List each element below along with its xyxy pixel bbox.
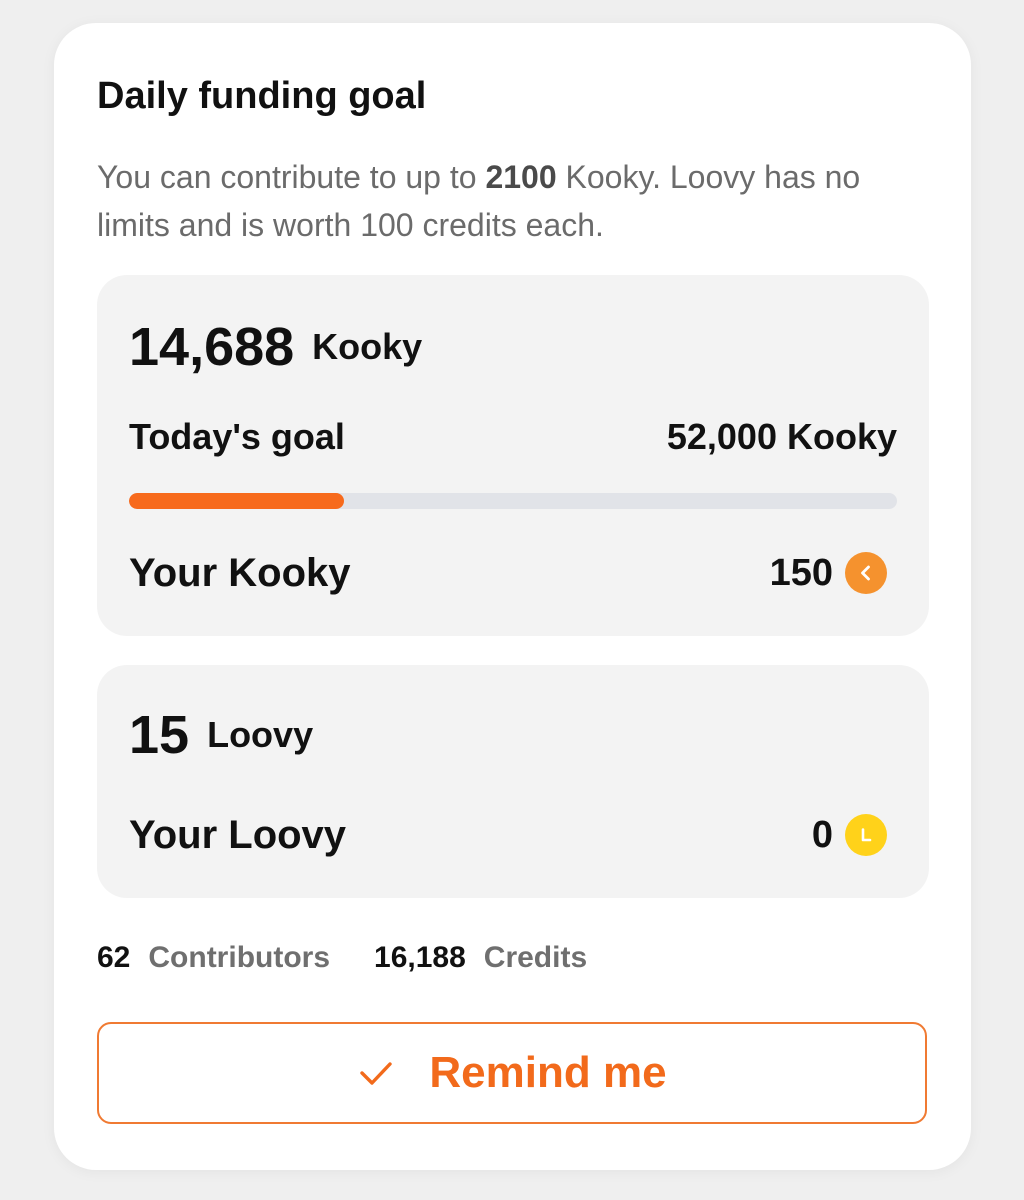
todays-goal-row: Today's goal 52,000 Kooky [129,415,897,459]
todays-goal-value: 52,000 Kooky [666,416,897,457]
your-kooky-value: 150 [769,551,833,594]
kooky-limit: 2100 [485,159,557,195]
loovy-panel: 15 Loovy Your Loovy 0 [97,665,929,898]
loovy-coin-icon [845,814,887,856]
your-kooky-value-group: 150 [770,552,887,595]
description-text-start: You can contribute to up to [97,159,486,195]
goal-progress-bar [129,493,897,509]
check-icon [360,1062,393,1085]
your-loovy-value: 0 [811,813,833,856]
your-loovy-label: Your Loovy [129,813,347,857]
loovy-total: 15 Loovy [129,705,313,765]
funding-goal-card: Daily funding goal You can contribute to… [54,23,971,1170]
your-loovy-value-group: 0 [812,814,887,857]
kooky-total: 14,688 Kooky [129,317,422,377]
remind-me-label: Remind me [429,1048,667,1097]
your-loovy-row: Your Loovy 0 [129,810,887,860]
kooky-coin-icon [845,552,887,594]
kooky-total-unit: Kooky [312,326,423,367]
remind-me-button[interactable]: Remind me [97,1022,927,1124]
kooky-panel: 14,688 Kooky Today's goal 52,000 Kooky Y… [97,275,929,636]
card-description: You can contribute to up to 2100 Kooky. … [97,153,937,249]
card-title: Daily funding goal [97,75,427,117]
your-kooky-label: Your Kooky [129,551,351,595]
loovy-coin-letter [861,828,872,842]
goal-progress-fill [129,493,345,509]
contributors-label: Contributors [148,941,331,974]
todays-goal-label: Today's goal [129,416,345,457]
loovy-total-amount: 15 [129,705,190,765]
funding-stats: 62 Contributors 16,188 Credits [97,941,587,975]
credits-count: 16,188 [374,941,466,974]
your-kooky-row: Your Kooky 150 [129,548,887,598]
credits-label: Credits [483,941,588,974]
kooky-coin-chevron [861,565,870,581]
loovy-total-unit: Loovy [207,714,314,755]
kooky-total-amount: 14,688 [129,317,295,377]
contributors-count: 62 [97,941,131,974]
